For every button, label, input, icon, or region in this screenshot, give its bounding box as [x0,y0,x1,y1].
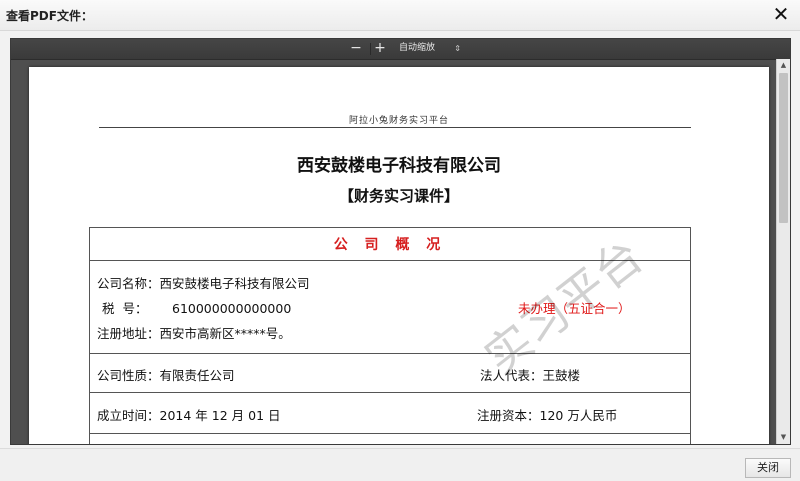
tax-field: 税 号： 610000000000000 [102,298,291,317]
legal-rep-value: 王鼓楼 [542,368,581,383]
dialog-titlebar: 查看PDF文件： ✕ [0,0,800,31]
zoom-select-value: 自动缩放 [399,43,436,53]
zoom-out-button[interactable]: − [347,41,365,56]
chevron-updown-icon: ⇕ [454,44,461,53]
capital-field: 注册资本：120 万人民币 [477,405,617,424]
established-field: 成立时间：2014 年 12 月 01 日 [97,405,281,424]
close-button[interactable]: 关闭 [745,458,791,478]
dialog-title: 查看PDF文件： [6,9,93,23]
zoom-select[interactable]: 自动缩放 ⇕ [395,41,463,56]
established-row: 成立时间：2014 年 12 月 01 日 注册资本：120 万人民币 [90,393,690,434]
capital-label: 注册资本： [477,408,540,423]
established-value: 2014 年 12 月 01 日 [159,408,281,423]
pdf-toolbar: − + 自动缩放 ⇕ [11,39,790,60]
pdf-dialog: 查看PDF文件： ✕ − + 自动缩放 ⇕ 阿拉小兔财务实习平台 西安鼓楼电子科… [0,0,800,481]
pdf-viewer: − + 自动缩放 ⇕ 阿拉小兔财务实习平台 西安鼓楼电子科技有限公司 【财务实习… [10,38,791,445]
scrollbar-thumb[interactable] [779,73,788,223]
close-icon[interactable]: ✕ [770,3,792,25]
company-title: 西安鼓楼电子科技有限公司 [297,156,501,176]
tax-number-value: 610000000000000 [172,301,292,316]
company-name-value: 西安鼓楼电子科技有限公司 [159,276,310,291]
nature-value: 有限责任公司 [159,368,235,383]
page-header-platform: 阿拉小兔财务实习平台 [348,116,449,126]
established-label: 成立时间： [97,408,160,423]
pdf-page: 阿拉小兔财务实习平台 西安鼓楼电子科技有限公司 【财务实习课件】 公 司 概 况… [29,67,769,444]
tax-label: 税 号： [102,301,148,316]
nature-label: 公司性质： [97,368,160,383]
address-value: 西安市高新区*****号。 [159,326,291,341]
vertical-scrollbar[interactable]: ▲ ▼ [776,59,790,444]
address-label: 注册地址： [97,326,160,341]
capital-value: 120 万人民币 [539,408,618,423]
scroll-up-icon[interactable]: ▲ [777,59,790,72]
header-divider [99,127,691,128]
nature-field: 公司性质：有限责任公司 [97,365,235,384]
course-title: 【财务实习课件】 [338,187,459,205]
scroll-down-icon[interactable]: ▼ [777,431,790,444]
zoom-in-button[interactable]: + [371,41,389,56]
dialog-footer: 关闭 [0,448,800,481]
company-name-field: 公司名称：西安鼓楼电子科技有限公司 [97,273,310,292]
address-field: 注册地址：西安市高新区*****号。 [97,323,291,342]
company-name-label: 公司名称： [97,276,160,291]
nature-row: 公司性质：有限责任公司 法人代表：王鼓楼 [90,354,690,393]
